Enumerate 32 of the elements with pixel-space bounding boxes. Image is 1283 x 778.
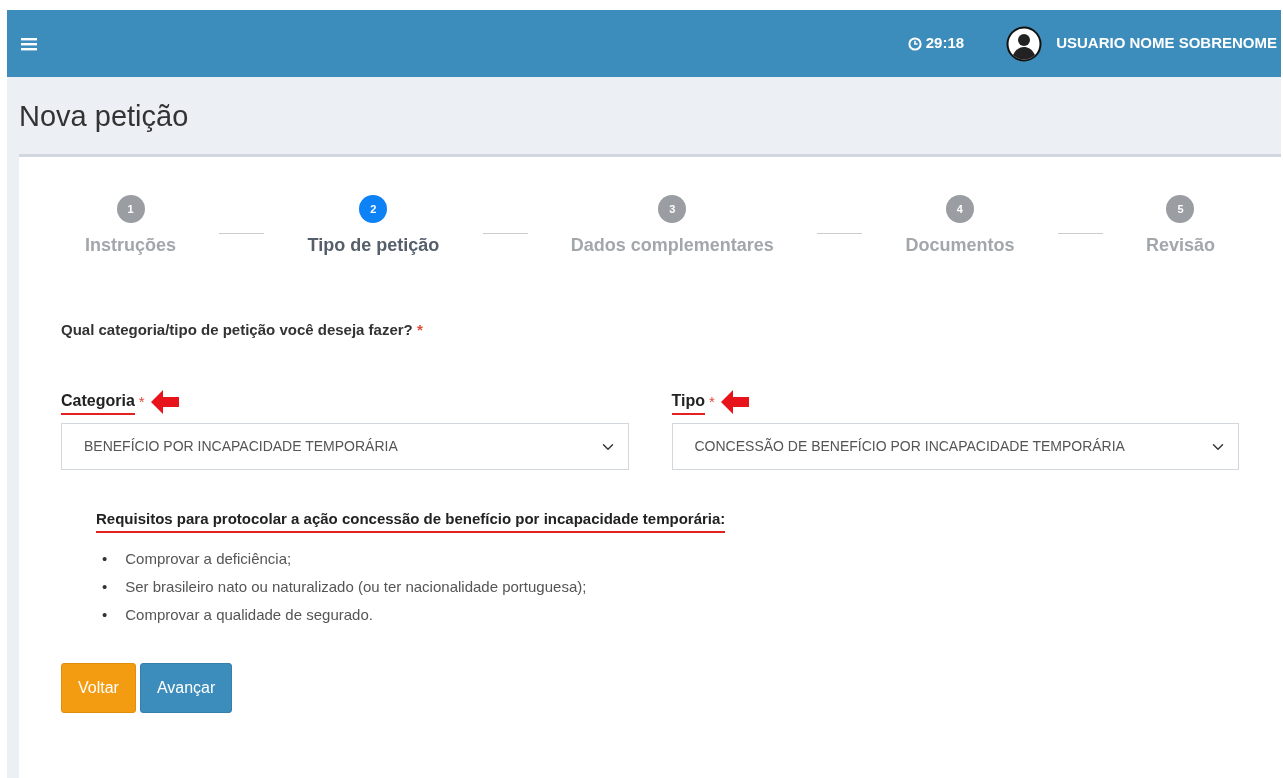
required-mark: * [709,392,715,413]
step-number: 1 [116,194,145,223]
bullet-mark: • [102,548,108,569]
step-number: 2 [359,194,388,223]
step-number: 5 [1166,194,1195,223]
step-label: Revisão [1145,233,1215,257]
step-label: Dados complementares [570,233,774,257]
step-number: 3 [658,194,687,223]
page-title: Nova petição [18,99,190,134]
requirement-item: Comprovar a deficiência; [125,548,292,569]
session-timer: 29:18 [925,33,965,54]
bullet-mark: • [102,604,108,625]
clock-icon [907,36,922,51]
question-text: Qual categoria/tipo de petição você deseja fazer? [61,320,413,338]
required-mark: * [138,392,145,413]
field-label: Categoria [61,389,135,416]
requirement-item: Ser brasileiro nato ou naturalizado (ou ter nacionalidade portuguesa); [125,576,587,597]
step-number: 4 [945,194,974,223]
next-button[interactable]: Avançar [139,662,233,713]
bullet-mark: • [102,576,108,597]
required-mark: * [416,320,423,338]
dropdown-field[interactable]: BENEFÍCIO POR INCAPACIDADE TEMPORÁRIA [61,423,629,471]
user-name: USUARIO NOME SOBRENOME [1056,33,1277,54]
step-label: Documentos [905,233,1015,257]
field-label: Tipo [671,389,705,416]
step-label: Tipo de petição [307,233,440,257]
step-label: Instruções [85,233,177,257]
requirement-item: Comprovar a qualidade de segurado. [125,604,373,625]
menu-icon [21,37,37,52]
user-avatar-icon [1006,25,1043,62]
dropdown-field[interactable]: CONCESSÃO DE BENEFÍCIO POR INCAPACIDADE TEMPORÁRIA [671,423,1239,471]
requirements-heading: Requisitos para protocolar a ação concessão de benefício por incapacidade temporária: [96,508,726,533]
